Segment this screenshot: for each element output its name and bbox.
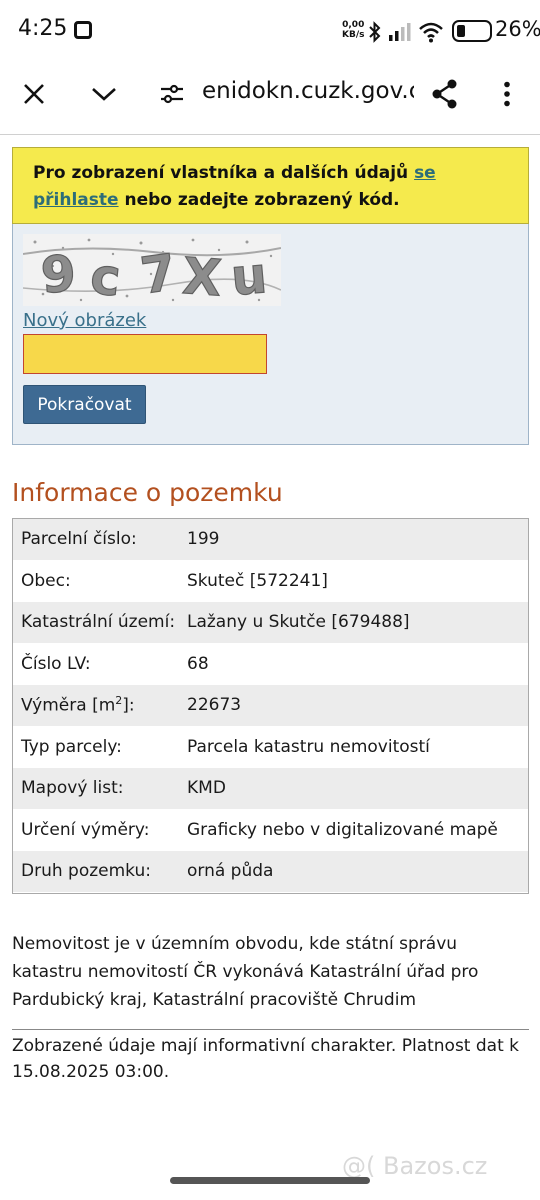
notice-text-after: nebo zadejte zobrazený kód. [118, 190, 400, 210]
disclaimer-text: Zobrazené údaje mají informativní charak… [12, 1036, 519, 1082]
parcel-info-table: Parcelní číslo: 199 Obec: Skuteč [572241… [12, 518, 529, 894]
row-label-prefix: Výměra [m [21, 696, 116, 717]
svg-text:9: 9 [39, 244, 78, 304]
row-value: orná půda [187, 861, 274, 882]
site-settings-icon[interactable] [152, 74, 192, 114]
row-label: Katastrální území: [21, 612, 176, 633]
captcha-code-input[interactable] [23, 334, 267, 374]
row-value: Skuteč [572241] [187, 570, 328, 591]
toolbar-divider [0, 134, 540, 135]
table-row: Typ parcely: Parcela katastru nemovitost… [13, 726, 528, 768]
row-value: 22673 [187, 695, 242, 716]
row-label: Výměra [m2]: [13, 694, 187, 716]
new-image-link[interactable]: Nový obrázek [23, 310, 146, 331]
table-row: Mapový list: KMD [13, 768, 528, 810]
table-row: Druh pozemku: orná půda [13, 851, 528, 893]
svg-text:X: X [181, 247, 224, 306]
url-bar[interactable]: enidokn.cuzk.gov.cz [202, 78, 414, 104]
captcha-image: 9 c 7 X u [23, 234, 281, 306]
svg-text:c: c [88, 247, 124, 306]
row-label: Určení výměry: [21, 819, 150, 840]
captcha-form: 9 c 7 X u Nový obrázek Pokračovat [12, 224, 529, 445]
row-label: Obec: [21, 570, 71, 591]
row-value: Lažany u Skutče [679488] [187, 612, 410, 633]
login-notice: Pro zobrazení vlastníka a dalších údajů … [12, 147, 529, 224]
cadastral-office-text: Nemovitost je v územním obvodu, kde stát… [12, 934, 479, 1010]
row-label: Druh pozemku: [21, 861, 151, 882]
table-row: Katastrální území: Lažany u Skutče [6794… [13, 602, 528, 644]
table-row: Výměra [m2]: 22673 [13, 685, 528, 727]
row-value: Graficky nebo v digitalizované mapě [187, 819, 498, 840]
table-row: Číslo LV: 68 [13, 643, 528, 685]
row-value: Parcela katastru nemovitostí [187, 736, 430, 757]
row-value: 68 [187, 653, 209, 674]
network-speed-unit: KB/s [342, 30, 365, 40]
row-label: Mapový list: [21, 778, 124, 799]
row-label: Číslo LV: [21, 653, 91, 674]
row-value: KMD [187, 778, 226, 799]
continue-button[interactable]: Pokračovat [23, 385, 146, 424]
bluetooth-icon [369, 21, 381, 43]
chevron-down-icon[interactable] [84, 74, 124, 114]
wifi-icon [419, 22, 443, 43]
network-speed-value: 0,00 [342, 20, 365, 30]
table-row: Parcelní číslo: 199 [13, 519, 528, 561]
status-time: 4:25 [18, 16, 68, 41]
share-icon[interactable] [425, 74, 465, 114]
signal-icon [389, 23, 411, 41]
more-icon[interactable] [487, 74, 527, 114]
network-speed: 0,00 KB/s [342, 20, 364, 40]
row-label: Typ parcely: [21, 736, 122, 757]
row-label-suffix: ]: [122, 696, 135, 717]
watermark: @( Bazos.cz [342, 1152, 488, 1180]
row-label: Parcelní číslo: [21, 529, 137, 550]
table-row: Určení výměry: Graficky nebo v digitaliz… [13, 809, 528, 851]
notification-icon [74, 21, 92, 39]
section-title: Informace o pozemku [12, 478, 283, 507]
divider [12, 1029, 529, 1030]
battery-percent: 26% [495, 17, 540, 41]
close-icon[interactable] [14, 74, 54, 114]
row-value: 199 [187, 529, 220, 550]
home-indicator[interactable] [170, 1177, 370, 1184]
notice-text-before: Pro zobrazení vlastníka a dalších údajů [33, 163, 415, 183]
svg-text:u: u [229, 246, 270, 306]
status-icons [368, 18, 444, 46]
battery-icon [452, 20, 492, 42]
browser-toolbar: enidokn.cuzk.gov.cz [0, 62, 540, 128]
status-bar: 4:25 0,00 KB/s 26% [0, 0, 540, 62]
table-row: Obec: Skuteč [572241] [13, 560, 528, 602]
